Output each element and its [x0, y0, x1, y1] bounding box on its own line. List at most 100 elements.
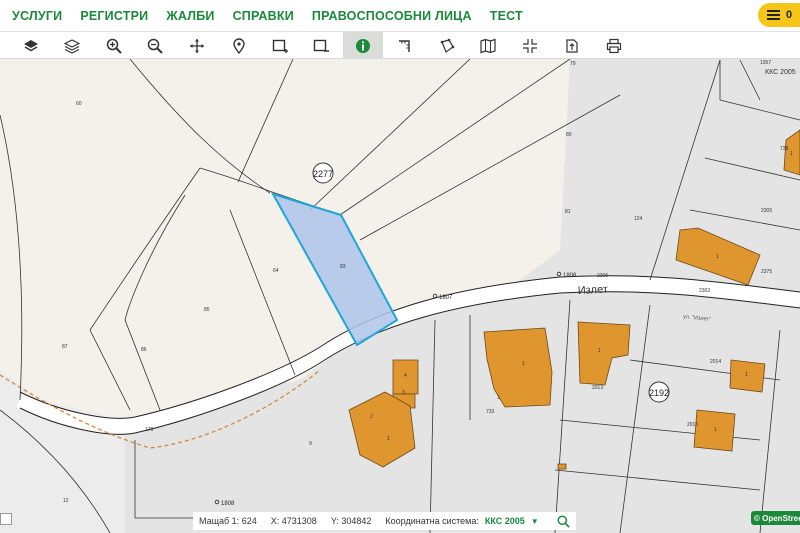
map-toolbar: [0, 31, 800, 59]
menu-button[interactable]: 0: [758, 3, 800, 27]
export-button[interactable]: [552, 32, 592, 59]
top-navigation: УСЛУГИ РЕГИСТРИ ЖАЛБИ СПРАВКИ ПРАВОСПОСО…: [0, 0, 800, 31]
nav-test[interactable]: ТЕСТ: [490, 9, 523, 23]
parcel-label: 738: [780, 146, 789, 152]
parcel-label: 1: [522, 361, 525, 367]
x-value: 4731308: [281, 516, 317, 526]
x-label: X:: [270, 516, 280, 526]
deselect-rectangle-icon: [313, 39, 329, 52]
status-bar: Мащаб 1: 624 X: 4731308 Y: 304842 Коорди…: [193, 512, 576, 530]
crosshair-button[interactable]: [510, 32, 550, 59]
zoom-out-icon: [147, 38, 163, 54]
parcel-label: 80: [566, 132, 572, 138]
point-1807: 1807: [439, 295, 453, 301]
pan-icon: [190, 38, 204, 53]
nav-complaints[interactable]: ЖАЛБИ: [166, 9, 214, 23]
parcel-label: 1: [714, 427, 717, 433]
building: [557, 463, 567, 470]
layers-button[interactable]: [11, 32, 51, 59]
search-icon[interactable]: [557, 514, 570, 528]
map-icon: [480, 38, 496, 53]
parcel-label: 2305: [761, 208, 772, 214]
parcel-label: 2015: [687, 422, 698, 428]
scale-label: Мащаб 1:: [199, 516, 240, 526]
circled-number-2277: 2277: [313, 169, 333, 179]
corner-crs-label: ККС 2005: [765, 69, 796, 76]
parcel-label: 1: [745, 372, 748, 378]
parcel-label: 124: [634, 216, 643, 222]
nav-qualified-persons[interactable]: ПРАВОСПОСОБНИ ЛИЦА: [312, 9, 472, 23]
parcel-label: 1: [790, 151, 793, 157]
y-value: 304842: [341, 516, 372, 526]
parcel-label: 81: [565, 209, 571, 215]
menu-count: 0: [786, 9, 793, 21]
scale-readout: Мащаб 1: 624: [199, 516, 257, 526]
location-pin-icon: [233, 37, 245, 54]
measure-distance-button[interactable]: [385, 32, 425, 59]
parcel-label: 1: [387, 436, 390, 442]
parcel-label: 2014: [710, 359, 721, 365]
select-rectangle-button[interactable]: [260, 32, 300, 59]
zoom-out-button[interactable]: [135, 32, 175, 59]
parcel-label: 86: [141, 347, 147, 353]
corner-checkbox[interactable]: [0, 513, 12, 525]
parcel-label: 2013: [592, 385, 603, 391]
print-icon: [606, 38, 622, 53]
info-button[interactable]: [343, 32, 383, 59]
parcel-label: 1: [598, 348, 601, 354]
deselect-rectangle-button[interactable]: [301, 32, 341, 59]
circled-number-2192: 2192: [649, 388, 669, 398]
parcel-label: 87: [62, 344, 68, 350]
scale-value: 624: [241, 516, 257, 526]
parcel-label: 3: [402, 390, 405, 396]
parcel-label: 64: [273, 268, 279, 274]
zoom-in-button[interactable]: [94, 32, 134, 59]
parcel-label: 2306: [597, 273, 608, 279]
nav-registers[interactable]: РЕГИСТРИ: [80, 9, 148, 23]
zoom-in-icon: [106, 38, 122, 54]
parcel-label: 1957: [760, 60, 771, 66]
street-label-izlet: Излет: [578, 283, 609, 297]
hamburger-icon: [767, 10, 780, 20]
parcel-label: 9: [309, 441, 312, 447]
info-icon: [356, 38, 370, 53]
layers-stack-button[interactable]: [52, 32, 92, 59]
location-button[interactable]: [219, 32, 259, 59]
parcel-label: 60: [76, 101, 82, 107]
map-button[interactable]: [468, 32, 508, 59]
layers-stack-icon: [64, 38, 80, 54]
nav-reports[interactable]: СПРАВКИ: [233, 9, 294, 23]
measure-distance-icon: [399, 39, 410, 52]
pan-button[interactable]: [177, 32, 217, 59]
layers-icon: [24, 39, 38, 51]
parcel-label: 2: [370, 414, 373, 420]
print-button[interactable]: [594, 32, 634, 59]
parcel-label: 4: [404, 373, 407, 379]
crs-label: Координатна система:: [385, 516, 479, 526]
measure-area-button[interactable]: [427, 32, 467, 59]
x-readout: X: 4731308: [271, 516, 317, 526]
crosshair-icon: [523, 38, 537, 53]
y-readout: Y: 304842: [331, 516, 372, 526]
parcel-label: 176: [145, 427, 154, 433]
parcel-label: 2375: [761, 269, 772, 275]
map-canvas[interactable]: 2277 2192 Излет ул. "Излет" 1806 1807 18…: [0, 59, 800, 533]
parcel-label: 83: [340, 264, 346, 270]
osm-attribution[interactable]: © OpenStreetMap: [751, 511, 800, 525]
chevron-down-icon[interactable]: ▼: [531, 517, 539, 526]
parcel-label: 1: [497, 395, 500, 401]
parcel-label: 79: [570, 61, 576, 67]
select-rectangle-icon: [272, 39, 288, 53]
cadastral-map[interactable]: 2277 2192 Излет ул. "Излет" 1806 1807 18…: [0, 59, 800, 533]
nav-services[interactable]: УСЛУГИ: [12, 9, 62, 23]
parcel-label: 2302: [699, 288, 710, 294]
measure-area-icon: [440, 38, 455, 53]
parcel-label: 733: [486, 409, 495, 415]
export-icon: [566, 38, 578, 53]
parcel-label: 85: [204, 307, 210, 313]
parcel-label: 1: [716, 254, 719, 260]
crs-select[interactable]: ККС 2005: [485, 516, 525, 526]
parcel-label: 12: [63, 498, 69, 504]
point-1806: 1806: [563, 273, 577, 279]
y-label: Y:: [330, 516, 339, 526]
